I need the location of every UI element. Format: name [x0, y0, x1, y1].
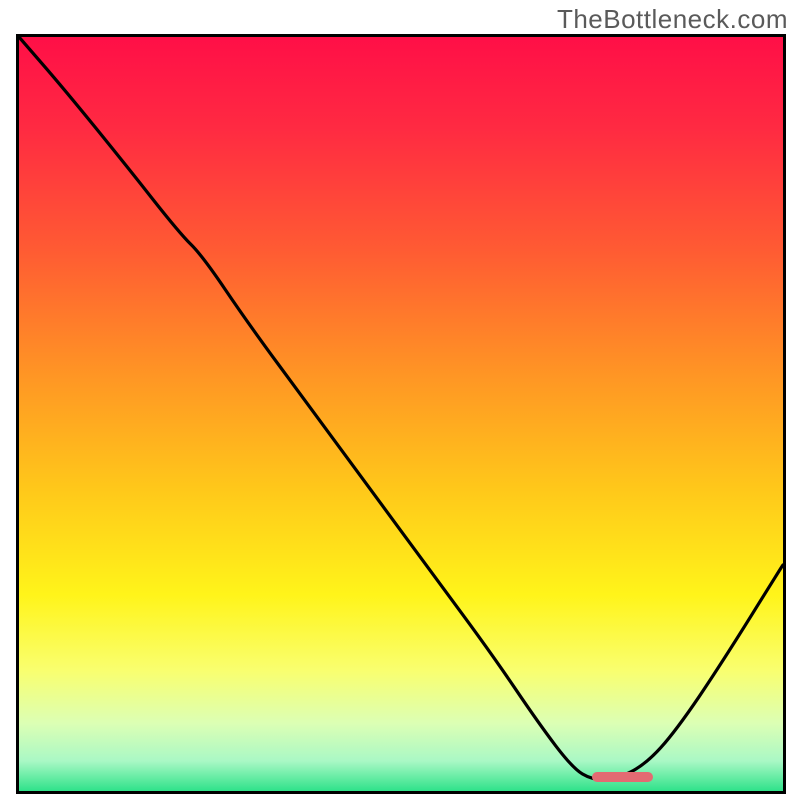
- chart-container: TheBottleneck.com: [0, 0, 800, 800]
- optimal-zone-marker: [592, 772, 653, 782]
- curve-layer: [19, 37, 783, 791]
- bottleneck-curve: [19, 37, 783, 780]
- plot-area: [16, 34, 786, 794]
- watermark-text: TheBottleneck.com: [557, 4, 788, 35]
